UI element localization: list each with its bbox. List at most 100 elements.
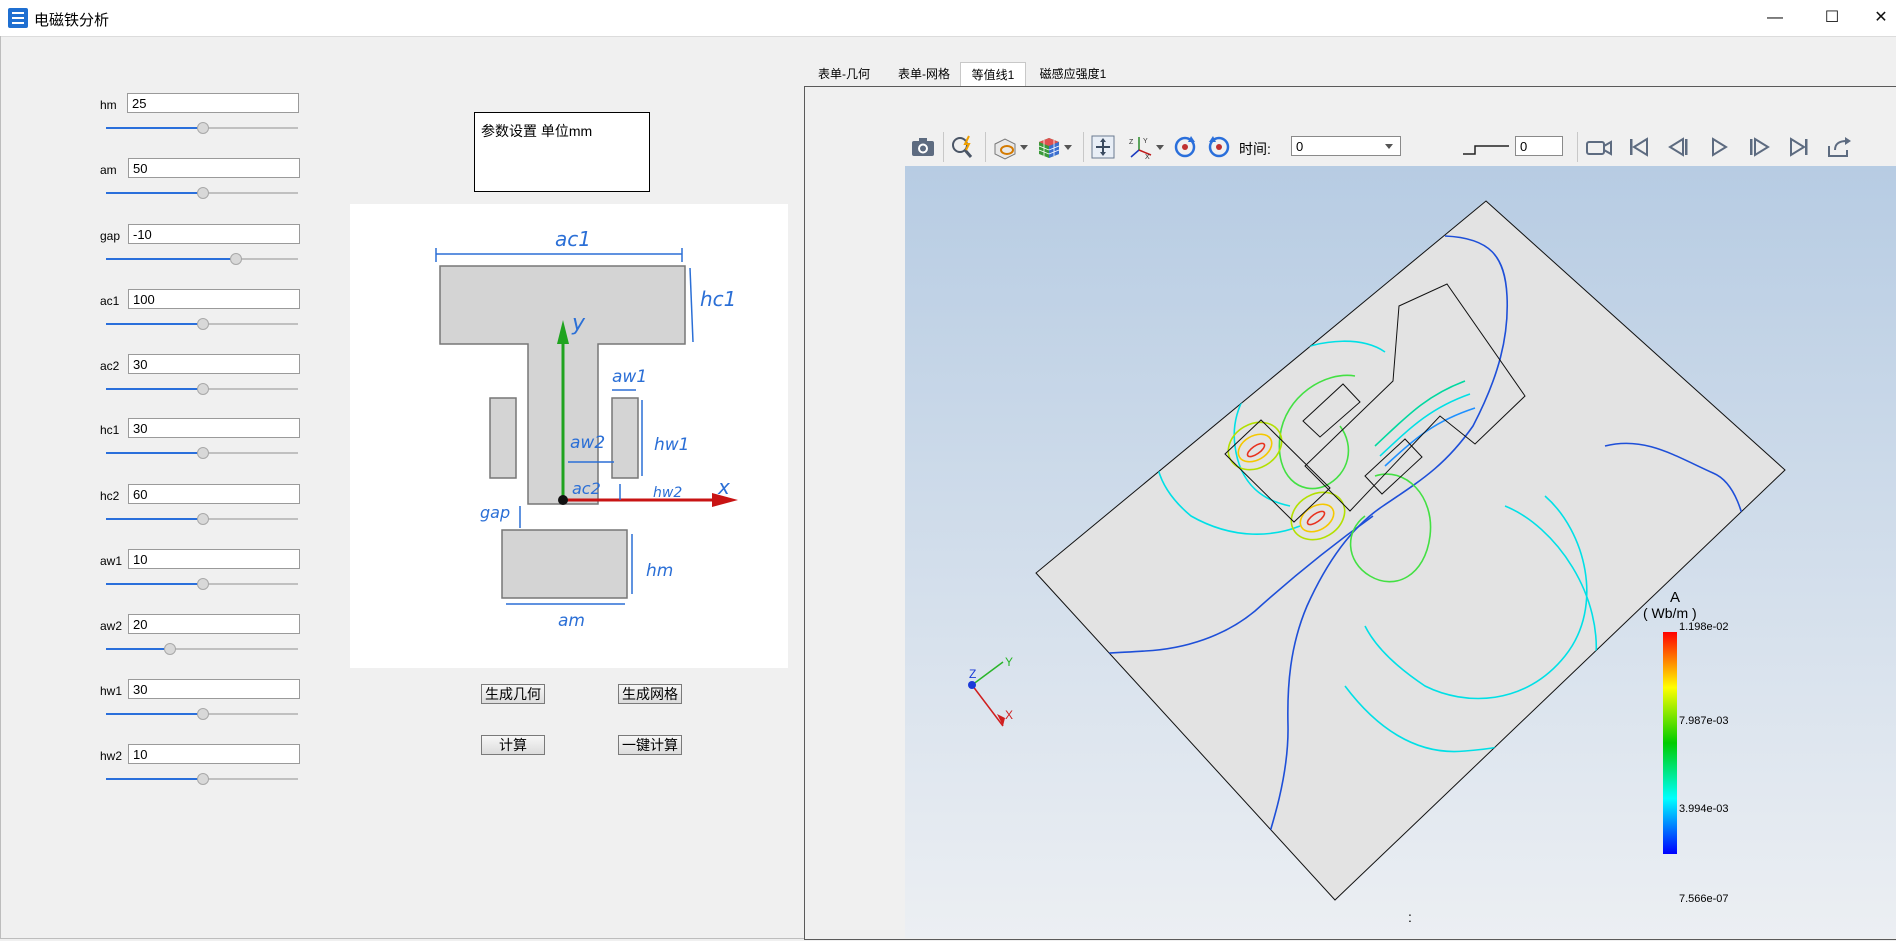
slider-thumb[interactable] bbox=[197, 383, 209, 395]
param-slider-hw2[interactable] bbox=[106, 773, 298, 787]
param-row-aw1: aw1 10 bbox=[100, 549, 310, 605]
param-input-am[interactable]: 50 bbox=[128, 158, 300, 178]
param-slider-hc2[interactable] bbox=[106, 513, 298, 527]
param-slider-am[interactable] bbox=[106, 187, 298, 201]
param-label: hc1 bbox=[100, 423, 120, 437]
diagram-label-hm: hm bbox=[646, 561, 673, 581]
title-bar: 电磁铁分析 — ☐ ✕ bbox=[0, 0, 1896, 37]
first-frame-icon[interactable] bbox=[1625, 134, 1653, 160]
param-input-aw1[interactable]: 10 bbox=[128, 549, 300, 569]
compute-button[interactable]: 计算 bbox=[481, 735, 545, 755]
rotate-cw-icon[interactable] bbox=[1171, 134, 1199, 160]
slider-thumb[interactable] bbox=[164, 643, 177, 655]
svg-text:Z: Z bbox=[1129, 139, 1134, 146]
tab-contour[interactable]: 等值线1 bbox=[960, 62, 1026, 87]
slider-thumb[interactable] bbox=[197, 187, 209, 199]
param-label: am bbox=[100, 163, 117, 177]
param-row-hw1: hw1 30 bbox=[100, 679, 310, 735]
slider-thumb[interactable] bbox=[197, 513, 209, 525]
zoom-icon[interactable] bbox=[949, 134, 977, 160]
param-input-hw1[interactable]: 30 bbox=[128, 679, 300, 699]
minimize-button[interactable]: — bbox=[1752, 6, 1798, 30]
svg-text:X: X bbox=[1145, 154, 1150, 160]
param-row-ac1: ac1 100 bbox=[100, 289, 310, 345]
param-row-hc2: hc2 60 bbox=[100, 484, 310, 540]
param-label: hw2 bbox=[100, 749, 123, 763]
param-input-hw2[interactable]: 10 bbox=[128, 744, 300, 764]
fit-view-icon[interactable] bbox=[1089, 134, 1117, 160]
param-label: aw2 bbox=[100, 619, 123, 633]
display-mode-icon[interactable] bbox=[991, 134, 1019, 160]
param-input-aw2[interactable]: 20 bbox=[128, 614, 300, 634]
chevron-down-icon[interactable] bbox=[1017, 134, 1031, 160]
param-label: ac2 bbox=[100, 359, 120, 373]
window-title: 电磁铁分析 bbox=[34, 12, 110, 29]
param-row-aw2: aw2 20 bbox=[100, 614, 310, 670]
one-click-compute-button[interactable]: 一键计算 bbox=[618, 735, 682, 755]
param-label: hw1 bbox=[100, 684, 123, 698]
record-video-icon[interactable] bbox=[1585, 134, 1613, 160]
param-slider-hm[interactable] bbox=[106, 122, 298, 136]
param-slider-hw1[interactable] bbox=[106, 708, 298, 722]
diagram-label-aw2: aw2 bbox=[570, 433, 605, 453]
param-input-gap[interactable]: -10 bbox=[128, 224, 300, 244]
legend-title: A bbox=[1670, 589, 1680, 606]
chevron-down-icon[interactable] bbox=[1383, 142, 1395, 152]
slider-thumb[interactable] bbox=[197, 773, 209, 785]
last-frame-icon[interactable] bbox=[1785, 134, 1813, 160]
param-input-ac2[interactable]: 30 bbox=[128, 354, 300, 374]
mesh-color-icon[interactable] bbox=[1035, 134, 1063, 160]
param-label: gap bbox=[100, 229, 121, 243]
param-slider-hc1[interactable] bbox=[106, 447, 298, 461]
geometry-diagram: ac1 hc1 aw1 aw2 hw1 ac2 hw2 gap hm am y … bbox=[350, 204, 788, 668]
slider-thumb[interactable] bbox=[197, 122, 209, 134]
diagram-label-hc1: hc1 bbox=[700, 287, 736, 311]
diagram-canvas: ac1 hc1 aw1 aw2 hw1 ac2 hw2 gap hm am y … bbox=[435, 227, 738, 631]
slider-thumb[interactable] bbox=[197, 447, 209, 459]
contour-view[interactable]: Z Y X A ( Wb/m ) 1.198e-02 7.987e-03 3.9… bbox=[905, 166, 1896, 938]
previous-frame-icon[interactable] bbox=[1665, 134, 1693, 160]
rotate-ccw-icon[interactable] bbox=[1205, 134, 1233, 160]
param-label: hm bbox=[100, 98, 117, 112]
contour-canvas[interactable]: Z Y X A ( Wb/m ) 1.198e-02 7.987e-03 3.9… bbox=[905, 166, 1896, 938]
tab-form-geometry[interactable]: 表单-几何 bbox=[805, 62, 883, 86]
legend-unit: ( Wb/m ) bbox=[1643, 605, 1697, 621]
param-input-hc1[interactable]: 30 bbox=[128, 418, 300, 438]
tab-flux-density[interactable]: 磁感应强度1 bbox=[1027, 62, 1119, 86]
camera-icon[interactable] bbox=[909, 134, 937, 160]
slider-thumb[interactable] bbox=[229, 253, 242, 265]
close-button[interactable]: ✕ bbox=[1866, 6, 1896, 30]
generate-mesh-button[interactable]: 生成网格 bbox=[618, 684, 682, 704]
param-input-hc2[interactable]: 60 bbox=[128, 484, 300, 504]
maximize-button[interactable]: ☐ bbox=[1809, 6, 1855, 30]
slider-thumb[interactable] bbox=[197, 708, 209, 720]
param-slider-gap[interactable] bbox=[106, 253, 298, 267]
step-curve-icon bbox=[1463, 145, 1509, 155]
info-text: 参数设置 单位mm bbox=[481, 123, 593, 139]
export-icon[interactable] bbox=[1825, 134, 1853, 160]
param-slider-aw1[interactable] bbox=[106, 578, 298, 592]
param-slider-aw2[interactable] bbox=[106, 643, 298, 657]
param-slider-ac2[interactable] bbox=[106, 383, 298, 397]
diagram-label-am: am bbox=[558, 611, 585, 631]
chevron-down-icon[interactable] bbox=[1153, 134, 1167, 160]
status-text: : bbox=[1408, 909, 1412, 925]
play-icon[interactable] bbox=[1705, 134, 1733, 160]
next-frame-icon[interactable] bbox=[1745, 134, 1773, 160]
tab-form-mesh[interactable]: 表单-网格 bbox=[885, 62, 963, 86]
step-input[interactable]: 0 bbox=[1515, 136, 1563, 156]
param-row-hc1: hc1 30 bbox=[100, 418, 310, 474]
param-slider-ac1[interactable] bbox=[106, 318, 298, 332]
diagram-label-ac1: ac1 bbox=[555, 227, 591, 251]
param-input-ac1[interactable]: 100 bbox=[128, 289, 300, 309]
chevron-down-icon[interactable] bbox=[1061, 134, 1075, 160]
generate-geometry-button[interactable]: 生成几何 bbox=[481, 684, 545, 704]
info-box: 参数设置 单位mm bbox=[474, 112, 650, 192]
app-icon bbox=[8, 8, 28, 28]
axes-icon[interactable]: Y Z X bbox=[1127, 134, 1155, 160]
slider-thumb[interactable] bbox=[197, 578, 209, 590]
svg-text:Y: Y bbox=[1143, 138, 1148, 145]
slider-thumb[interactable] bbox=[197, 318, 209, 330]
param-input-hm[interactable]: 25 bbox=[127, 93, 299, 113]
diagram-label-y: y bbox=[571, 311, 586, 336]
